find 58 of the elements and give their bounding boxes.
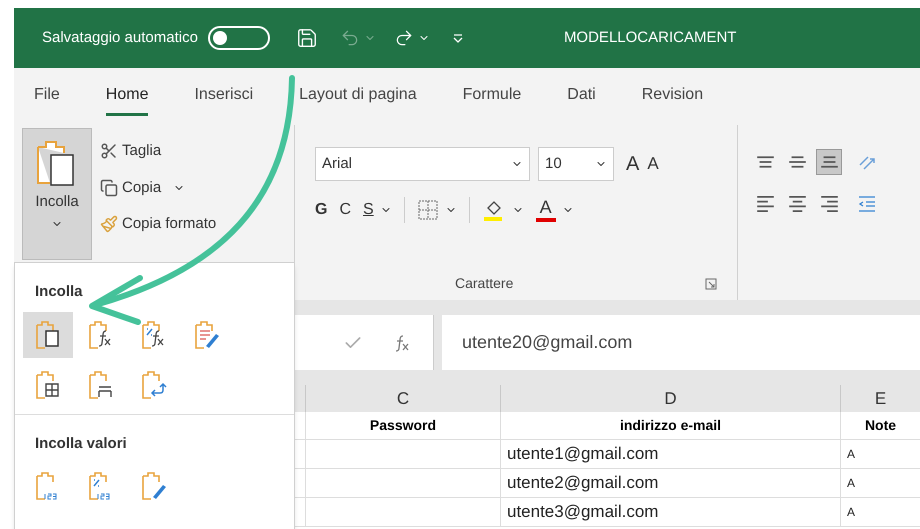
autosave-toggle[interactable] [208,26,270,50]
underline-button[interactable]: S [363,198,374,222]
group-label: Carattere [455,274,514,293]
vertical-align-button[interactable] [816,149,842,175]
copy-icon [100,178,118,197]
ribbon-tab[interactable]: File [34,77,60,116]
shrink-font-button[interactable]: A [647,151,659,177]
autosave-label: Salvataggio automatico [42,28,198,48]
table-cell: A [840,469,920,497]
ribbon-tab[interactable]: Inserisci [194,77,254,116]
paste-option-icon [139,368,169,400]
italic-button[interactable]: C [339,198,352,222]
menu-heading: Incolla valori [34,434,128,454]
save-icon[interactable] [296,27,318,49]
table-header-cell: Password [305,412,500,439]
paste-option-icon [192,318,222,350]
font-size-field[interactable]: 10 [538,147,614,181]
align-icon [820,156,838,168]
ribbon-tab[interactable]: Formule [462,77,522,116]
table-header-cell: Note [840,412,920,439]
table-cell: A [840,498,920,526]
formula-field[interactable]: utente20@gmail.com [442,315,920,370]
table-header-cell: indirizzo e-mail [500,412,840,439]
window-title: MODELLOCARICAMENT [564,28,736,48]
paste-option-button[interactable] [23,312,73,358]
table-cell: utente2@gmail.com [500,469,840,497]
menu-heading: Incolla [34,282,84,302]
align-icon [756,195,774,213]
paintbrush-icon [100,215,118,234]
align-icon [788,156,806,168]
table-cell: utente1@gmail.com [500,440,840,468]
font-name-field[interactable]: Arial [315,147,530,181]
align-icon [756,156,774,168]
ribbon-tab[interactable]: Home [106,77,148,116]
column-header[interactable]: C [305,385,500,412]
table-cell: utente3@gmail.com [500,498,840,526]
customize-toolbar-icon[interactable] [452,32,464,44]
ribbon-tab[interactable]: Dati [567,77,596,116]
ribbon-tab[interactable]: Revision [642,77,704,116]
redo-icon[interactable] [394,28,414,48]
align-icon [820,195,838,213]
scissors-icon [100,142,118,160]
ribbon-tab[interactable]: Layout di pagina [299,77,417,116]
table-cell: A [840,440,920,468]
align-icon [788,195,806,213]
paste-button[interactable]: Incolla [22,128,92,260]
borders-icon[interactable] [416,199,439,221]
function-icon[interactable] [393,332,411,352]
column-header[interactable]: E [840,385,920,412]
paste-option-icon [139,470,169,502]
copy-button[interactable]: Copia [100,176,216,199]
bold-button[interactable]: G [315,198,328,222]
dialog-launcher-icon[interactable] [705,278,717,290]
format-painter-button[interactable]: Copia formato [100,213,216,236]
cut-button[interactable]: Taglia [100,140,216,162]
font-color-button[interactable]: A [536,198,556,222]
grow-font-button[interactable]: A [626,149,640,179]
column-header[interactable]: D [500,385,840,412]
